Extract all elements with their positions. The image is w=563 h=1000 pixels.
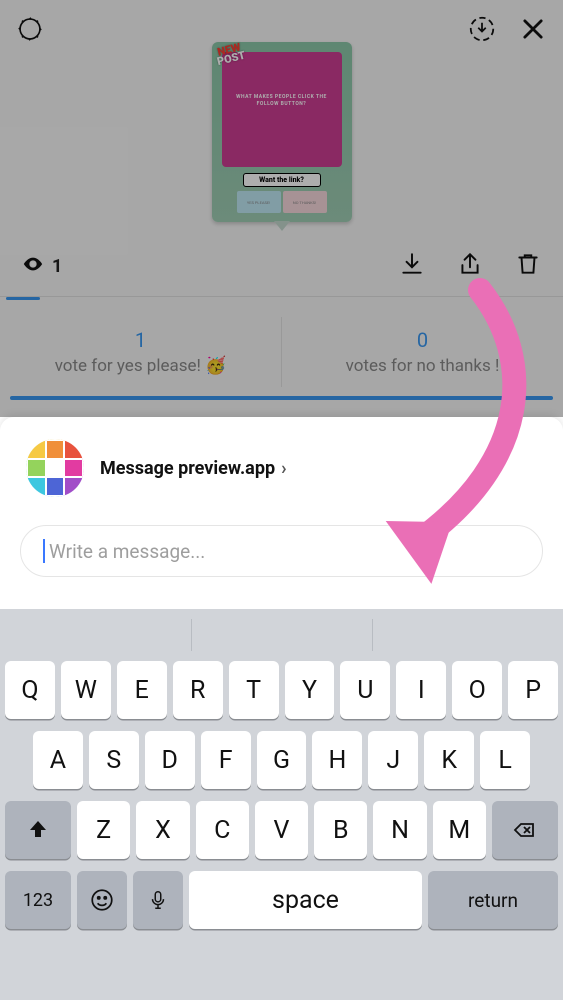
story-insights-background: NEWPOST WHAT MAKES PEOPLE CLICK THE FOLL…: [0, 0, 563, 417]
key-h[interactable]: H: [312, 731, 362, 789]
keyboard-suggestion-bar[interactable]: [5, 619, 558, 651]
key-k[interactable]: K: [424, 731, 474, 789]
recipient-avatar[interactable]: [26, 439, 84, 497]
modal-backdrop[interactable]: [0, 0, 563, 417]
key-i[interactable]: I: [396, 661, 446, 719]
key-q[interactable]: Q: [5, 661, 55, 719]
key-e[interactable]: E: [117, 661, 167, 719]
emoji-key[interactable]: [77, 871, 127, 929]
chevron-right-icon: ›: [281, 458, 286, 479]
key-p[interactable]: P: [508, 661, 558, 719]
return-key[interactable]: return: [428, 871, 558, 929]
message-compose-panel: Message preview.app › Write a message...: [0, 417, 563, 609]
recipient-label: Message preview.app: [100, 458, 275, 479]
key-w[interactable]: W: [61, 661, 111, 719]
key-l[interactable]: L: [480, 731, 530, 789]
keyboard-row-4: 123 space return: [5, 871, 558, 929]
ios-keyboard: Q W E R T Y U I O P A S D F G H J K L Z …: [0, 609, 563, 1000]
key-v[interactable]: V: [255, 801, 308, 859]
keyboard-row-1: Q W E R T Y U I O P: [5, 661, 558, 719]
recipient-name[interactable]: Message preview.app ›: [100, 458, 287, 479]
key-r[interactable]: R: [173, 661, 223, 719]
key-d[interactable]: D: [145, 731, 195, 789]
message-input[interactable]: Write a message...: [20, 525, 543, 577]
backspace-key[interactable]: [492, 801, 558, 859]
key-y[interactable]: Y: [285, 661, 335, 719]
keyboard-row-3: Z X C V B N M: [5, 801, 558, 859]
key-a[interactable]: A: [33, 731, 83, 789]
key-j[interactable]: J: [368, 731, 418, 789]
key-x[interactable]: X: [136, 801, 189, 859]
key-n[interactable]: N: [373, 801, 426, 859]
key-t[interactable]: T: [229, 661, 279, 719]
numbers-key[interactable]: 123: [5, 871, 71, 929]
message-placeholder: Write a message...: [49, 540, 205, 563]
key-m[interactable]: M: [433, 801, 486, 859]
key-o[interactable]: O: [452, 661, 502, 719]
shift-key[interactable]: [5, 801, 71, 859]
text-cursor: [43, 539, 45, 563]
dictation-key[interactable]: [133, 871, 183, 929]
space-key[interactable]: space: [189, 871, 422, 929]
key-z[interactable]: Z: [77, 801, 130, 859]
key-c[interactable]: C: [196, 801, 249, 859]
key-u[interactable]: U: [340, 661, 390, 719]
key-b[interactable]: B: [314, 801, 367, 859]
keyboard-row-2: A S D F G H J K L: [5, 731, 558, 789]
key-f[interactable]: F: [201, 731, 251, 789]
key-s[interactable]: S: [89, 731, 139, 789]
key-g[interactable]: G: [257, 731, 307, 789]
